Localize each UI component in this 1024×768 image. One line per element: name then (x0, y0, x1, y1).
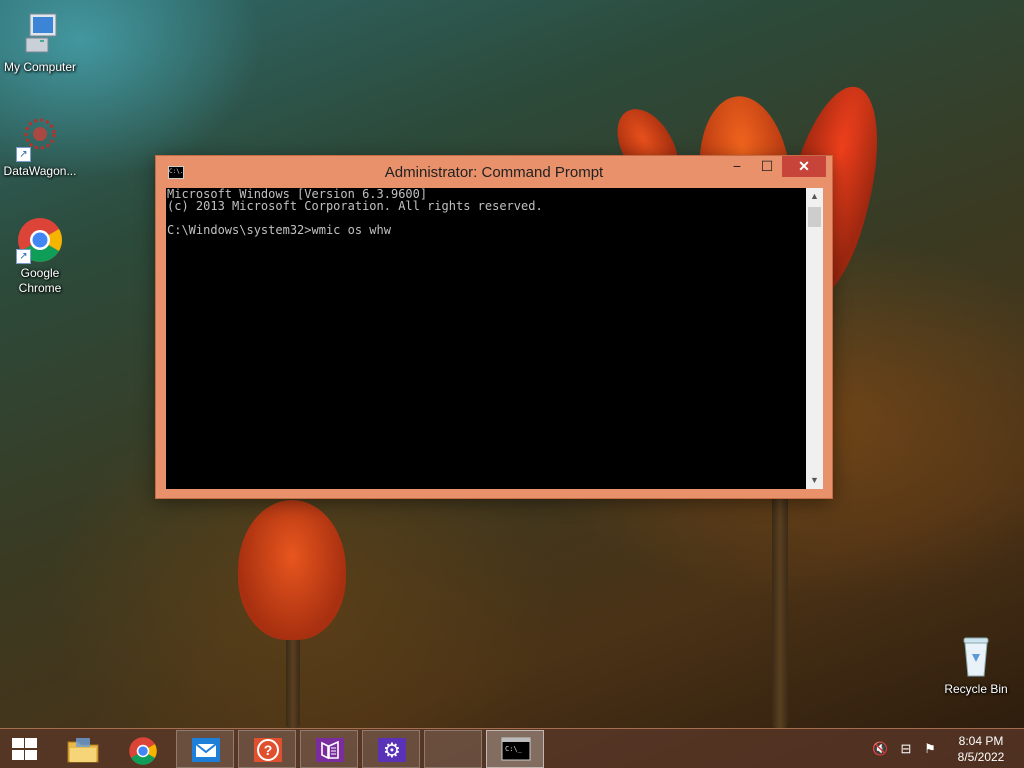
action-center-flag-icon[interactable]: ⚑ (922, 741, 938, 757)
taskbar-chrome[interactable] (114, 730, 172, 768)
scroll-thumb[interactable] (808, 207, 821, 227)
help-icon: ? (253, 737, 282, 763)
start-button[interactable] (8, 737, 40, 761)
vertical-scrollbar[interactable]: ▲ ▼ (806, 188, 823, 489)
taskbar-file-explorer[interactable] (52, 730, 110, 768)
clock-date: 8/5/2022 (957, 750, 1005, 764)
console-output[interactable]: Microsoft Windows [Version 6.3.9600] (c)… (166, 188, 806, 489)
maximize-button[interactable]: ☐ (752, 156, 782, 177)
visual-studio-icon (315, 737, 344, 763)
taskbar-visual-studio[interactable] (300, 730, 358, 768)
desktop-icon-label: My Computer (3, 60, 77, 74)
close-button[interactable]: ✕ (782, 156, 826, 177)
desktop-icon-my-computer[interactable]: My Computer (0, 10, 80, 75)
scroll-up-button[interactable]: ▲ (806, 188, 823, 205)
windows-logo-pane (25, 738, 37, 748)
windows-logo-icon (12, 738, 24, 748)
windows-logo-pane (25, 750, 37, 760)
tulip-flower-left (238, 500, 346, 640)
desktop-icon-label: Recycle Bin (944, 682, 1008, 696)
mail-icon (191, 737, 220, 763)
network-icon[interactable]: ⊟ (898, 741, 914, 757)
cmd-taskbar-text: C:\_ (505, 745, 523, 753)
taskbar-settings[interactable]: ⚙ (362, 730, 420, 768)
tulip-stem-right (772, 496, 788, 728)
console-line: (c) 2013 Microsoft Corporation. All righ… (167, 199, 543, 213)
taskbar-help[interactable]: ? (238, 730, 296, 768)
taskbar-clock[interactable]: 8:04 PM 8/5/2022 (948, 733, 1014, 765)
console-prompt-line[interactable]: C:\Windows\system32>wmic os whw (166, 224, 806, 236)
desktop-icon-recycle-bin[interactable]: Recycle Bin (936, 632, 1016, 697)
desktop-icon-label: DataWagon... (3, 164, 77, 178)
empty-app-icon (439, 737, 467, 763)
minimize-button[interactable]: − (722, 156, 752, 177)
taskbar: ? ⚙ C:\_ 🔇 ⊟ ⚑ 8:04 PM 8/5/2022 (0, 728, 1024, 768)
command-prompt-window[interactable]: C:\. Administrator: Command Prompt − ☐ ✕… (156, 156, 832, 498)
command-prompt-icon: C:\_ (501, 737, 531, 763)
file-explorer-icon (66, 736, 99, 763)
chrome-icon: ↗ (16, 216, 64, 264)
window-titlebar[interactable]: C:\. Administrator: Command Prompt − ☐ ✕ (156, 156, 832, 188)
taskbar-empty-app[interactable] (424, 730, 482, 768)
desktop-icon-google-chrome[interactable]: ↗ Google Chrome (0, 216, 80, 296)
shortcut-arrow-icon: ↗ (16, 147, 31, 162)
shortcut-arrow-icon: ↗ (16, 249, 31, 264)
help-glyph: ? (264, 742, 273, 758)
computer-icon (16, 10, 64, 58)
settings-glyph: ⚙ (383, 738, 401, 762)
windows-logo-pane (12, 750, 24, 760)
desktop-icon-label: Google Chrome (18, 266, 62, 295)
chrome-icon (128, 736, 157, 765)
datawagon-icon: ↗ (16, 114, 64, 162)
taskbar-command-prompt[interactable]: C:\_ (486, 730, 544, 768)
settings-icon: ⚙ (377, 737, 406, 763)
desktop: My Computer ↗ DataWagon... ↗ Google Chro… (0, 0, 1024, 768)
taskbar-mail[interactable] (176, 730, 234, 768)
clock-time: 8:04 PM (958, 734, 1004, 748)
scroll-down-button[interactable]: ▼ (806, 472, 823, 489)
recycle-bin-icon (952, 632, 1000, 680)
desktop-icon-datawagon[interactable]: ↗ DataWagon... (0, 114, 80, 179)
volume-muted-icon[interactable]: 🔇 (872, 741, 888, 757)
